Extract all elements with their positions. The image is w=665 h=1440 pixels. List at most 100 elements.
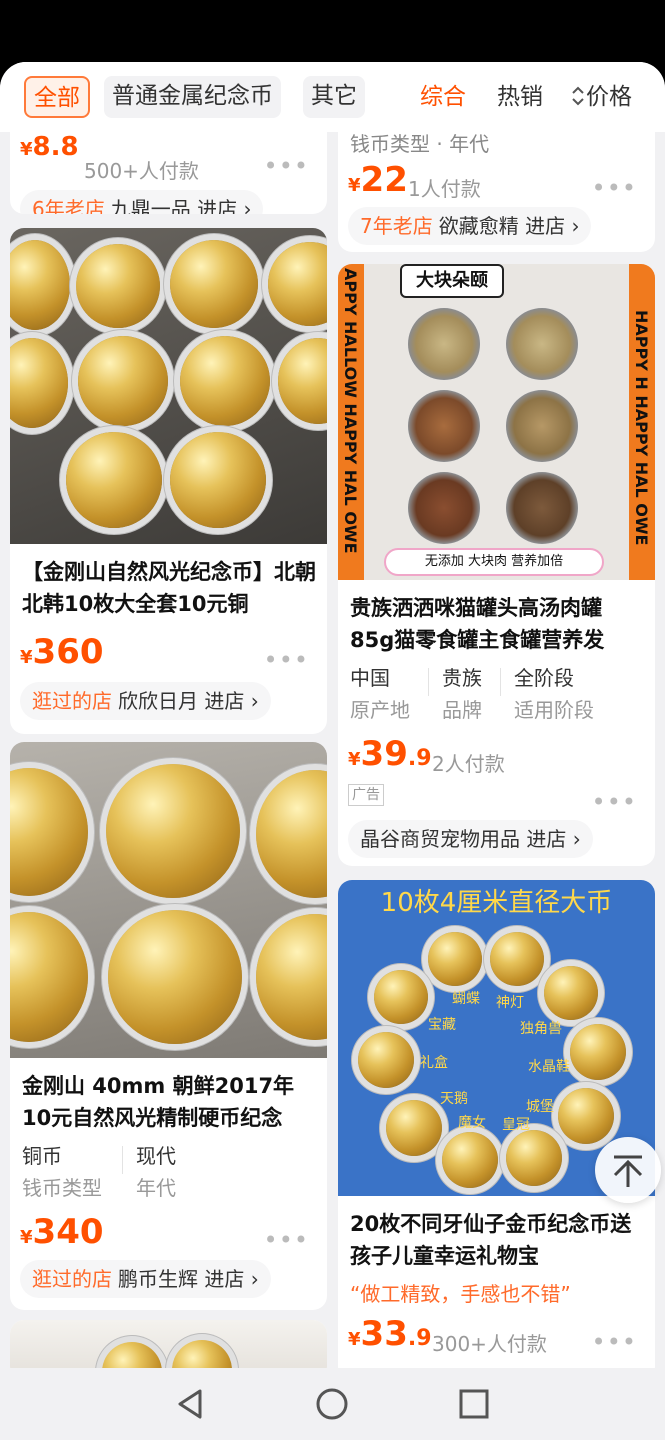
coin-image: [78, 336, 168, 426]
price: ¥340: [20, 1212, 104, 1252]
coin-image: [558, 1088, 614, 1144]
filter-chip-other[interactable]: 其它: [303, 76, 365, 118]
attr-brand: 贵族 品牌: [442, 666, 482, 722]
filter-fade: [380, 62, 402, 132]
coin-image: [102, 1342, 162, 1368]
price: ¥8.8: [20, 132, 79, 162]
price: ¥22: [348, 160, 408, 200]
more-dots-icon[interactable]: •••: [592, 174, 637, 202]
sort-price[interactable]: 价格: [570, 76, 632, 118]
coin-image: [76, 244, 160, 328]
coin-label: 皇冠: [502, 1117, 530, 1133]
coin-label: 独角兽: [520, 1021, 562, 1037]
coin-image: [10, 768, 88, 896]
coin-image: [278, 338, 327, 424]
results-page: 全部 普通金属纪念币 其它 综合 热销 价格 ¥8.8 500+人付款 ••• …: [0, 62, 665, 1368]
coin-label: 城堡: [526, 1099, 554, 1115]
chevron-right-icon: ›: [250, 689, 259, 713]
coin-image: [490, 932, 544, 986]
chevron-right-icon: ›: [243, 197, 252, 214]
more-dots-icon[interactable]: •••: [264, 1226, 309, 1254]
can-image: [506, 308, 578, 380]
attr-divider: [122, 1146, 123, 1174]
coin-image: [358, 1032, 414, 1088]
filter-chip-metal-coin[interactable]: 普通金属纪念币: [104, 76, 281, 118]
coin-image: [386, 1100, 442, 1156]
price: ¥39.9: [348, 734, 432, 774]
attr-coin-type: 铜币 钱币类型: [22, 1144, 102, 1200]
paid-count: 2人付款: [432, 752, 505, 776]
filter-chip-all[interactable]: 全部: [24, 76, 90, 118]
coin-image: [10, 912, 88, 1042]
product-card[interactable]: 10枚4厘米直径大币 蝴蝶 神灯 宝藏 独角兽 礼盒 水晶鞋 天鹅 城堡 魔女 …: [338, 880, 655, 1368]
sort-price-label: 价格: [586, 84, 632, 110]
coin-label: 宝藏: [428, 1017, 456, 1033]
product-title[interactable]: 金刚山 40mm 朝鲜2017年10元自然风光精制硬币纪念: [22, 1070, 317, 1134]
shop-link[interactable]: 晶谷商贸宠物用品 进店 ›: [348, 820, 593, 858]
coin-image: [442, 1132, 498, 1188]
coin-image: [10, 240, 70, 330]
product-title[interactable]: 20枚不同牙仙子金币纪念币送孩子儿童幸运礼物宝: [350, 1208, 645, 1272]
shop-link[interactable]: 逛过的店 欣欣日月 进店 ›: [20, 682, 271, 720]
sort-sales[interactable]: 热销: [497, 76, 543, 118]
coin-image: [544, 966, 598, 1020]
product-image-title: 大块朵颐: [400, 264, 504, 298]
chevron-right-icon: ›: [250, 1267, 259, 1291]
product-image[interactable]: [10, 742, 327, 1058]
shop-link[interactable]: 7年老店 欲藏愈精 进店 ›: [348, 207, 592, 245]
can-image: [408, 472, 480, 544]
more-dots-icon[interactable]: •••: [592, 788, 637, 816]
can-image: [506, 390, 578, 462]
product-title[interactable]: 贵族洒洒咪猫罐头高汤肉罐85g猫零食罐主食罐营养发: [350, 592, 645, 656]
price: ¥33.9: [348, 1314, 432, 1354]
coin-image: [268, 242, 327, 326]
coin-image: [106, 764, 240, 898]
coin-image: [256, 770, 327, 898]
sort-default[interactable]: 综合: [420, 76, 466, 118]
attr-row: 钱币类型 · 年代: [350, 132, 490, 156]
paid-count: 500+人付款: [84, 159, 199, 183]
arrow-up-icon: [613, 1155, 643, 1187]
paid-count: 1人付款: [408, 177, 481, 201]
more-dots-icon[interactable]: •••: [264, 152, 309, 180]
coin-image: [374, 970, 428, 1024]
can-image: [408, 308, 480, 380]
shop-link[interactable]: 6年老店 九鼎一品 进店 ›: [20, 190, 264, 214]
attr-divider: [500, 668, 501, 696]
coin-image: [170, 240, 258, 328]
home-icon[interactable]: [314, 1386, 350, 1422]
product-image[interactable]: [10, 228, 327, 544]
product-card[interactable]: APPY HALLOW HAPPY HAL OWE HAPPY H HAPPY …: [338, 264, 655, 866]
attr-stage: 全阶段 适用阶段: [514, 666, 594, 722]
back-icon[interactable]: [172, 1386, 208, 1422]
product-image-caption: 无添加 大块肉 营养加倍: [384, 548, 604, 576]
shop-link[interactable]: 逛过的店 鹏币生辉 进店 ›: [20, 1260, 271, 1298]
promo-banner-text: HAPPY H HAPPY HAL OWE: [632, 310, 651, 546]
filter-bar: 全部 普通金属纪念币 其它 综合 热销 价格: [0, 62, 665, 132]
product-card[interactable]: 【金刚山自然风光纪念币】北朝北韩10枚大全套10元铜 ¥360 ••• 逛过的店…: [10, 228, 327, 734]
back-to-top-button[interactable]: [595, 1137, 661, 1203]
more-dots-icon[interactable]: •••: [264, 646, 309, 674]
attr-divider: [428, 668, 429, 696]
recents-icon[interactable]: [456, 1386, 492, 1422]
attr-origin: 中国 原产地: [350, 666, 410, 722]
ad-badge: 广告: [348, 784, 384, 806]
coin-label: 水晶鞋: [528, 1059, 570, 1075]
review-quote: “做工精致，手感也不错”: [350, 1282, 571, 1306]
coin-image: [570, 1024, 626, 1080]
product-card[interactable]: 金刚山 40mm 朝鲜2017年10元自然风光精制硬币纪念 铜币 钱币类型 现代…: [10, 742, 327, 1310]
coin-image: [428, 932, 482, 986]
coin-label: 礼盒: [420, 1055, 448, 1071]
more-dots-icon[interactable]: •••: [592, 1328, 637, 1356]
coin-image: [10, 338, 68, 428]
coin-image: [256, 914, 327, 1040]
promo-banner-text: APPY HALLOW HAPPY HAL OWE: [341, 268, 360, 554]
product-image[interactable]: [10, 1320, 327, 1368]
paid-count: 300+人付款: [432, 1332, 547, 1356]
sort-arrows-icon: [572, 86, 584, 106]
coin-image: [170, 432, 266, 528]
product-title[interactable]: 【金刚山自然风光纪念币】北朝北韩10枚大全套10元铜: [22, 556, 317, 620]
product-card[interactable]: [10, 1320, 327, 1368]
product-image[interactable]: APPY HALLOW HAPPY HAL OWE HAPPY H HAPPY …: [338, 264, 655, 580]
chevron-right-icon: ›: [572, 827, 581, 851]
